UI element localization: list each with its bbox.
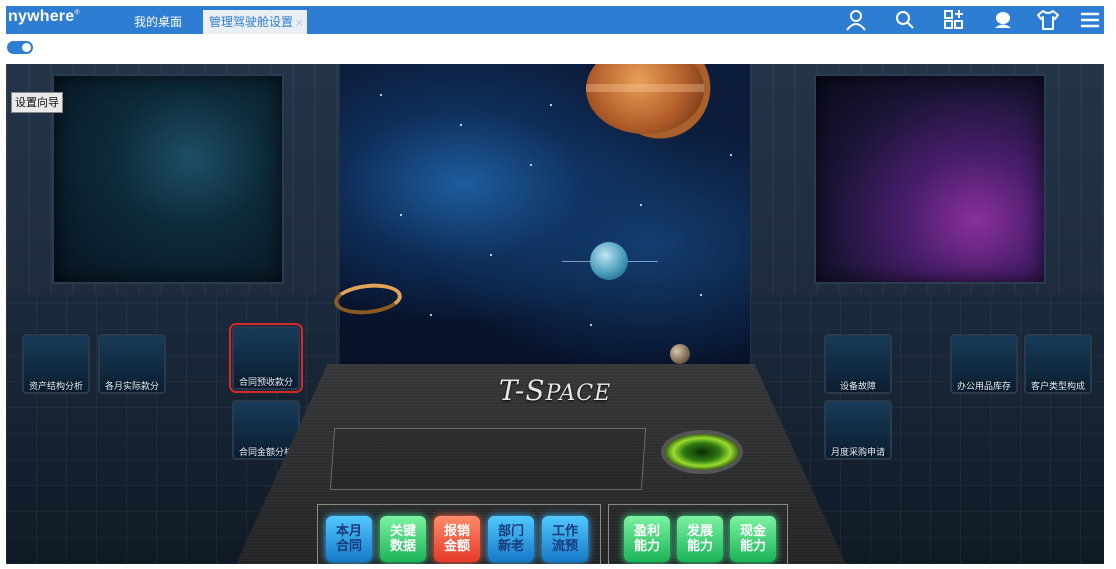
cloud-user-icon[interactable] (991, 9, 1015, 31)
planet-small (590, 242, 628, 280)
ringed-planet (332, 280, 404, 318)
tab-my-desktop[interactable]: 我的桌面 (134, 6, 182, 34)
console-title-main: T-S (498, 374, 546, 407)
console-display-panel (329, 428, 647, 490)
star (730, 154, 732, 156)
star (460, 124, 462, 126)
gauge-monthly-purchase[interactable]: 月度采购申请 (824, 400, 892, 460)
star (590, 324, 592, 326)
moon (670, 344, 690, 364)
tab-label: 我的桌面 (134, 15, 183, 29)
star (530, 164, 532, 166)
button-profitability[interactable]: 盈利 能力 (624, 516, 670, 562)
right-window-screen (814, 74, 1046, 284)
console-title-suffix: PACE (545, 381, 612, 406)
button-label-line2: 能力 (739, 539, 766, 554)
star (400, 214, 402, 216)
app-window: nywhere® 我的桌面 管理驾驶舱设置 × 资产结构分析 各月实际款分 合同… (6, 6, 1104, 564)
cockpit-scene: 资产结构分析 各月实际款分 合同预收款分 合同金额分析 设备故障 办公用品库存 … (6, 64, 1104, 564)
tshirt-icon[interactable] (1036, 9, 1060, 31)
tab-label: 管理驾驶舱设置 (209, 15, 294, 29)
search-icon[interactable] (893, 9, 917, 31)
planet-large (586, 64, 704, 134)
button-label-line2: 能力 (686, 539, 713, 554)
button-label-line2: 数据 (389, 539, 416, 554)
brand-name: nywhere (8, 8, 75, 25)
button-label-line2: 合同 (335, 539, 362, 554)
console-title: T-SPACE (6, 374, 1104, 407)
star (640, 204, 642, 206)
button-key-data[interactable]: 关键 数据 (380, 516, 426, 562)
star (380, 94, 382, 96)
button-label-line1: 现金 (739, 524, 766, 539)
sidebar-toggle-switch[interactable] (7, 41, 33, 54)
button-label-line1: 报销 (443, 524, 470, 539)
button-cash-ability[interactable]: 现金 能力 (730, 516, 776, 562)
top-nav-bar: nywhere® 我的桌面 管理驾驶舱设置 × (6, 6, 1104, 34)
brand-mark: ® (74, 9, 80, 17)
tab-close-icon[interactable]: × (295, 10, 304, 35)
button-work-flow[interactable]: 工作 流预 (542, 516, 588, 562)
tab-cockpit-settings[interactable]: 管理驾驶舱设置 × (203, 10, 307, 34)
button-department-new-old[interactable]: 部门 新老 (488, 516, 534, 562)
radar-scope (661, 430, 743, 474)
button-label-line2: 新老 (497, 539, 524, 554)
button-label-line2: 能力 (633, 539, 660, 554)
star (430, 314, 432, 316)
star (490, 254, 492, 256)
star (700, 294, 702, 296)
user-icon[interactable] (844, 9, 868, 31)
button-label-line1: 工作 (551, 524, 578, 539)
button-monthly-contract[interactable]: 本月 合同 (326, 516, 372, 562)
button-label-line1: 本月 (335, 524, 362, 539)
sub-toolbar (6, 34, 1104, 64)
button-reimbursement-amount[interactable]: 报销 金额 (434, 516, 480, 562)
space-viewport (332, 64, 750, 364)
button-label-line2: 金额 (443, 539, 470, 554)
button-development-ability[interactable]: 发展 能力 (677, 516, 723, 562)
button-label-line1: 部门 (497, 524, 524, 539)
button-label-line1: 关键 (389, 524, 416, 539)
brand-logo: nywhere® (8, 8, 80, 26)
star (550, 104, 552, 106)
apps-grid-icon[interactable] (942, 9, 966, 31)
menu-icon[interactable] (1078, 9, 1102, 31)
button-label-line1: 盈利 (633, 524, 660, 539)
left-window-screen (52, 74, 284, 284)
button-label-line2: 流预 (551, 539, 578, 554)
settings-wizard-button[interactable]: 设置向导 (11, 92, 63, 113)
button-label-line1: 发展 (686, 524, 713, 539)
gauge-label: 月度采购申请 (830, 448, 885, 458)
